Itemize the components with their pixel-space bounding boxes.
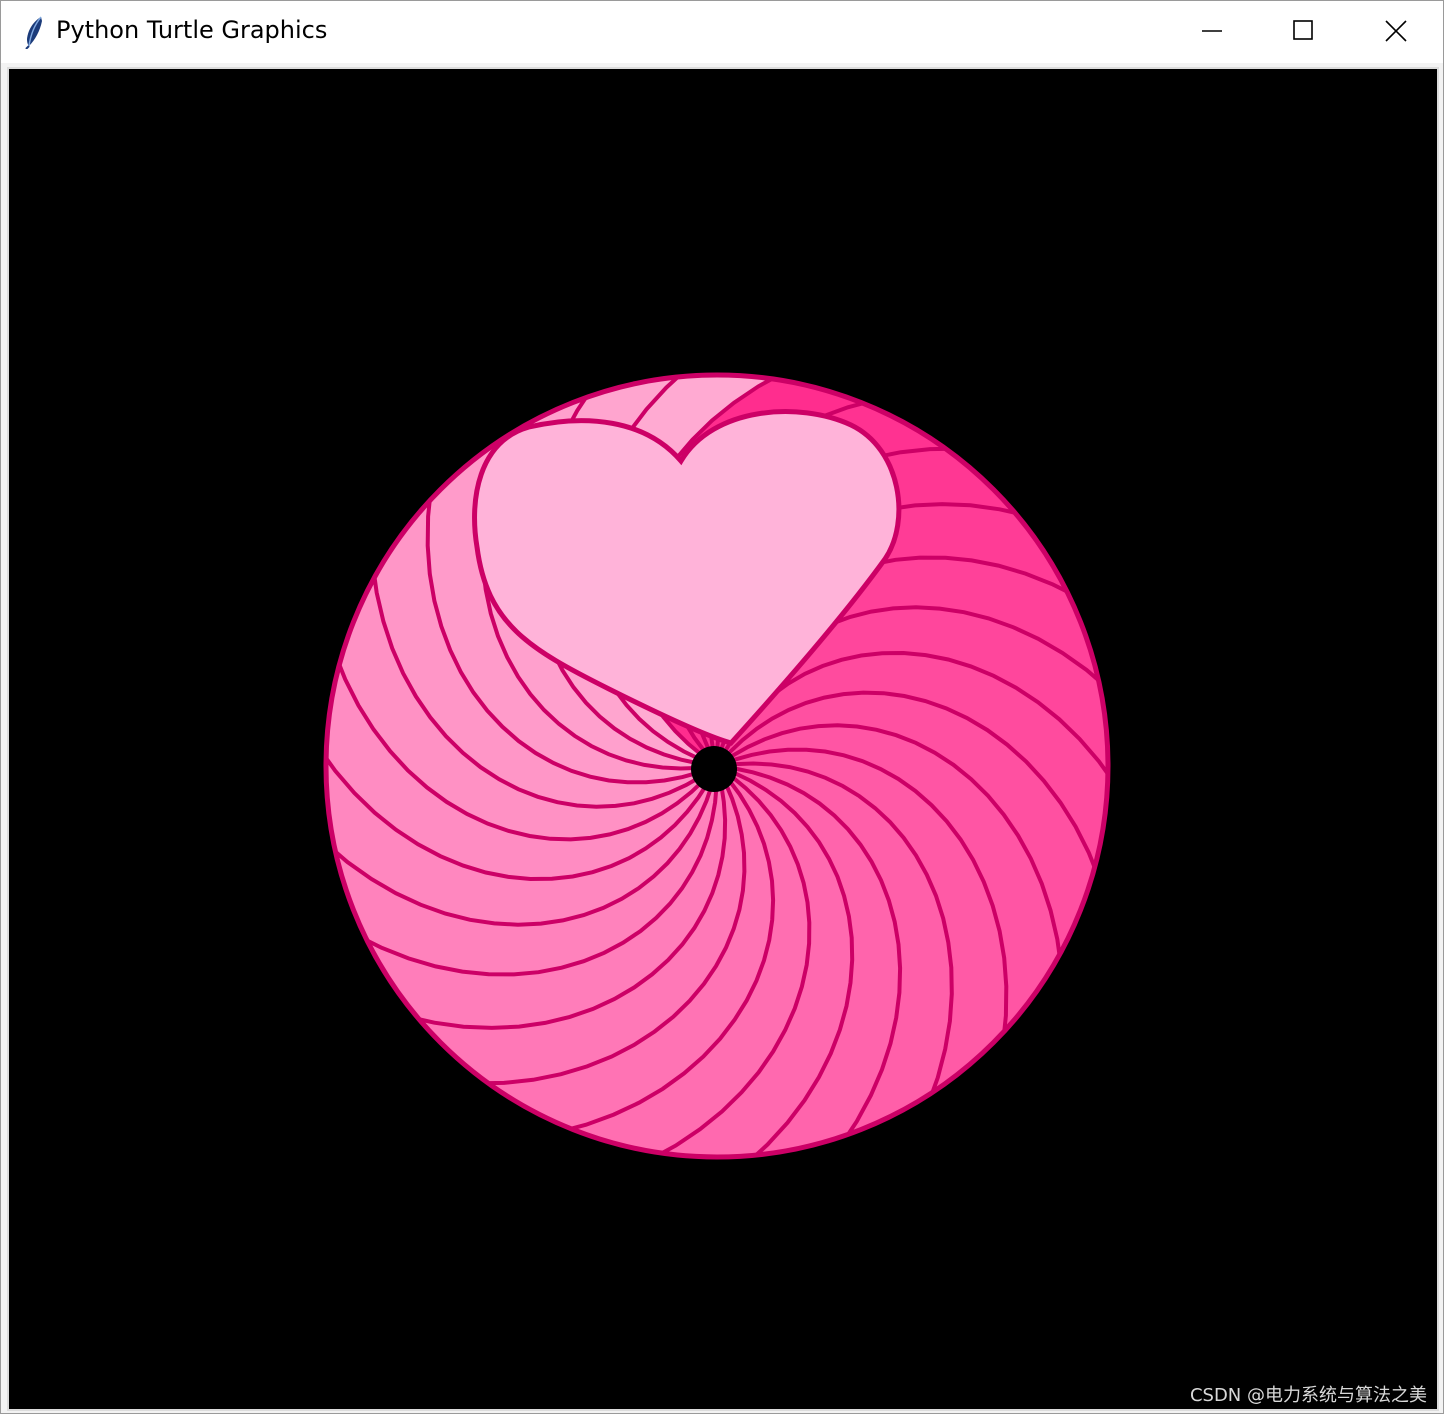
turtle-window: Python Turtle Graphics CSDN @电力系统与算法之美 bbox=[0, 0, 1444, 1414]
maximize-icon bbox=[1293, 20, 1313, 40]
minimize-button[interactable] bbox=[1166, 1, 1258, 63]
feather-icon bbox=[25, 16, 42, 49]
title-bar[interactable]: Python Turtle Graphics bbox=[1, 1, 1443, 63]
turtle-canvas[interactable] bbox=[9, 69, 1437, 1409]
turtle-canvas-frame[interactable]: CSDN @电力系统与算法之美 bbox=[7, 67, 1439, 1411]
center-hole bbox=[691, 746, 737, 792]
minimize-icon bbox=[1202, 30, 1222, 32]
window-title: Python Turtle Graphics bbox=[56, 16, 328, 44]
close-icon bbox=[1385, 20, 1407, 42]
watermark: CSDN @电力系统与算法之美 bbox=[1189, 1385, 1427, 1406]
maximize-button[interactable] bbox=[1258, 1, 1350, 63]
close-button[interactable] bbox=[1350, 1, 1442, 63]
